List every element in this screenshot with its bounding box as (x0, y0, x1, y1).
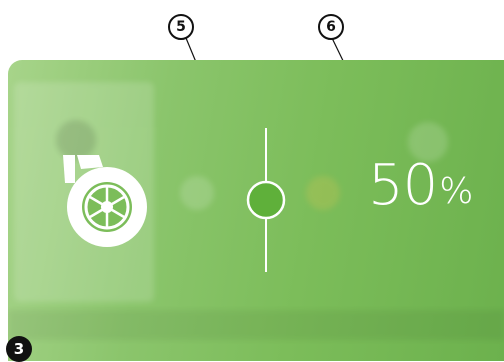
background-blur-circle (180, 176, 214, 210)
percent-value: 50 (368, 153, 438, 218)
callout-5: 5 (168, 14, 194, 40)
callout-3: 3 (6, 336, 32, 362)
background-blur-circle (306, 176, 340, 210)
fan-speed-slider[interactable] (236, 128, 296, 272)
percent-unit: % (439, 171, 474, 212)
fan-speed-readout: 50 % (368, 158, 473, 214)
background-blur-circle (56, 120, 96, 160)
control-panel: 50 % (8, 60, 504, 361)
callout-6: 6 (318, 14, 344, 40)
background-blur-bar (8, 310, 504, 340)
slider-knob (246, 180, 286, 220)
turbo-fan-icon (55, 155, 165, 265)
